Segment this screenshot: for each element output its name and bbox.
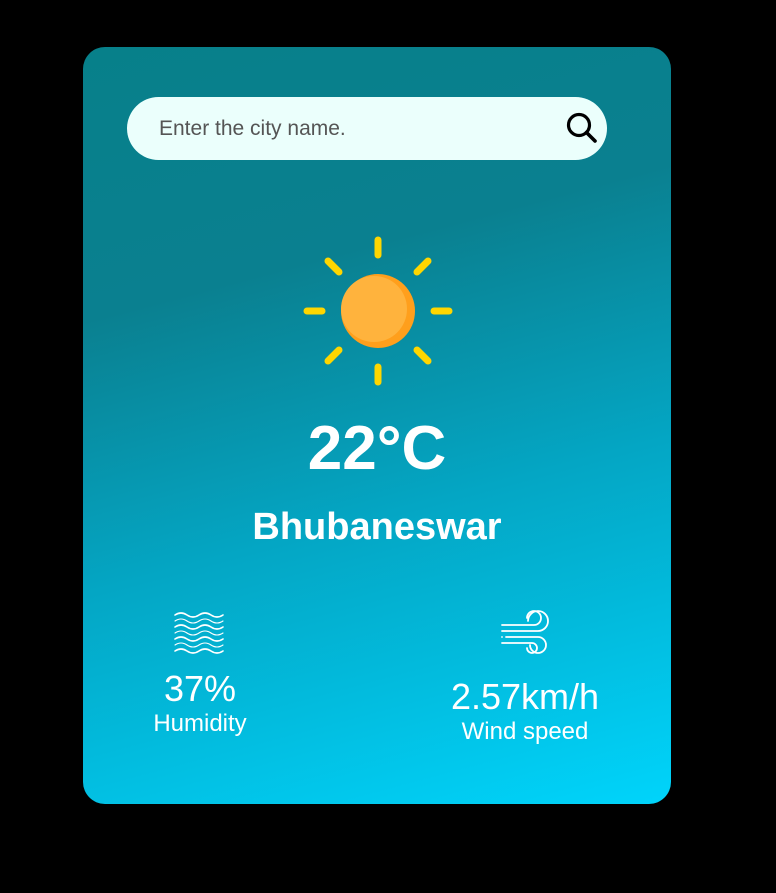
city-search-input[interactable] [159,97,549,160]
wind-detail: 2.57km/h Wind speed [425,607,625,747]
humidity-waves-icon [174,612,224,654]
sun-icon [303,236,453,386]
city-name: Bhubaneswar [252,506,502,548]
humidity-label: Humidity [153,710,247,737]
weather-card: 22°C Bhubaneswar 37% Humidity [83,47,671,804]
humidity-detail: 37% Humidity [120,609,280,739]
wind-speed-value: 2.57km/h [450,676,600,717]
search-button[interactable] [563,109,603,149]
search-bar [127,97,607,160]
wind-speed-label: Wind speed [461,718,589,745]
wind-icon [501,610,549,654]
temperature-value: 22°C [307,414,447,483]
search-icon [566,112,597,143]
humidity-value: 37% [163,668,237,709]
